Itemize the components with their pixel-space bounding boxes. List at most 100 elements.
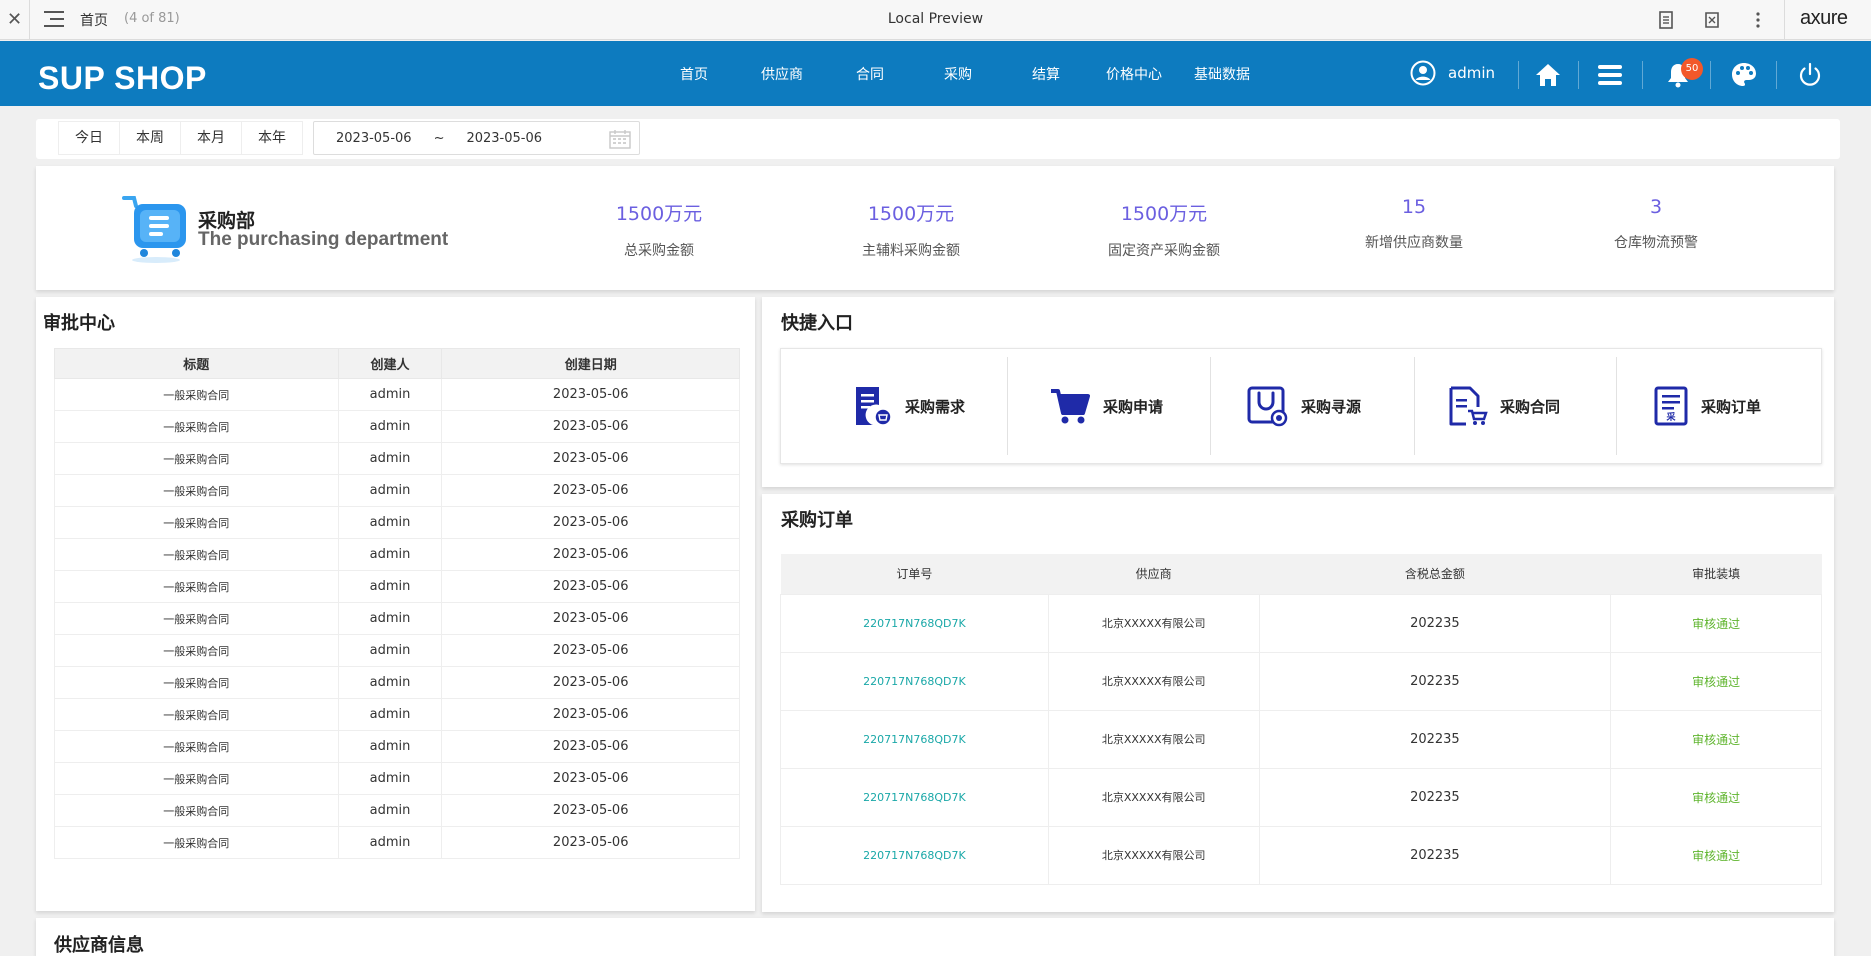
cell-title: 一般采购合同: [54, 506, 339, 539]
order-number-link[interactable]: 220717N768QD7K: [780, 767, 1049, 827]
cell-date: 2023-05-06: [441, 794, 740, 827]
calendar-icon[interactable]: [609, 129, 631, 149]
approval-table: 标题 创建人 创建日期 一般采购合同 admin 2023-05-06 一般采购合同…: [54, 348, 740, 859]
table-row[interactable]: 一般采购合同 admin 2023-05-06: [54, 506, 740, 539]
home-icon[interactable]: [1534, 61, 1562, 89]
tab-this-week[interactable]: 本周: [119, 121, 181, 155]
date-start[interactable]: 2023-05-06: [336, 131, 412, 146]
cell-supplier: 北京XXXXX有限公司: [1047, 593, 1260, 653]
palette-icon[interactable]: [1730, 61, 1758, 89]
nav-item-contract[interactable]: 合同: [826, 64, 914, 84]
order-number-link[interactable]: 220717N768QD7K: [780, 593, 1049, 653]
nav-item-settlement[interactable]: 结算: [1002, 64, 1090, 84]
quick-entry-purchase-order[interactable]: 采 采购订单: [1653, 357, 1761, 455]
table-row[interactable]: 一般采购合同 admin 2023-05-06: [54, 666, 740, 699]
column-header-date: 创建日期: [441, 348, 740, 379]
stat-total-purchase: 1500万元 总采购金额: [559, 199, 759, 260]
power-icon[interactable]: [1796, 61, 1824, 89]
table-row[interactable]: 220717N768QD7K 北京XXXXX有限公司 202235 审核通过: [780, 709, 1822, 769]
table-row[interactable]: 一般采购合同 admin 2023-05-06: [54, 794, 740, 827]
tab-today[interactable]: 今日: [58, 121, 120, 155]
quick-entry-purchase-demand[interactable]: 采购需求: [853, 357, 965, 455]
date-range-picker[interactable]: 2023-05-06 ~ 2023-05-06: [313, 121, 640, 155]
stat-warehouse-alerts: 3 仓库物流预警: [1556, 196, 1756, 252]
table-row[interactable]: 一般采购合同 admin 2023-05-06: [54, 730, 740, 763]
nav-item-purchase[interactable]: 采购: [914, 64, 1002, 84]
table-row[interactable]: 一般采购合同 admin 2023-05-06: [54, 698, 740, 731]
cell-creator: admin: [337, 826, 443, 859]
cell-amount: 202235: [1258, 825, 1612, 885]
cell-amount: 202235: [1258, 709, 1612, 769]
tab-this-month[interactable]: 本月: [180, 121, 242, 155]
app-logo[interactable]: SUP SHOP: [38, 60, 207, 97]
nav-item-home[interactable]: 首页: [650, 64, 738, 84]
status-badge: 审核通过: [1610, 709, 1822, 769]
cell-supplier: 北京XXXXX有限公司: [1047, 651, 1260, 711]
tab-this-year[interactable]: 本年: [241, 121, 303, 155]
table-row[interactable]: 一般采购合同 admin 2023-05-06: [54, 570, 740, 603]
cell-amount: 202235: [1258, 651, 1612, 711]
department-name-en: The purchasing department: [198, 229, 449, 250]
table-row[interactable]: 一般采购合同 admin 2023-05-06: [54, 410, 740, 443]
table-row[interactable]: 一般采购合同 admin 2023-05-06: [54, 474, 740, 507]
quick-entry-title: 快捷入口: [781, 313, 853, 334]
username: admin: [1448, 64, 1495, 82]
cell-supplier: 北京XXXXX有限公司: [1047, 825, 1260, 885]
cell-date: 2023-05-06: [441, 730, 740, 763]
quick-entry-purchase-request[interactable]: 采购申请: [1049, 357, 1163, 455]
cell-date: 2023-05-06: [441, 602, 740, 635]
preview-title: Local Preview: [887, 11, 984, 27]
quick-entry-card: 快捷入口 采购需求 采购申请 采购寻源 采购合同 采 采购订单: [762, 297, 1834, 487]
nav-item-supplier[interactable]: 供应商: [738, 64, 826, 84]
table-row[interactable]: 一般采购合同 admin 2023-05-06: [54, 634, 740, 667]
table-row[interactable]: 一般采购合同 admin 2023-05-06: [54, 602, 740, 635]
cell-date: 2023-05-06: [441, 762, 740, 795]
stat-label: 主辅料采购金额: [862, 243, 960, 259]
table-row[interactable]: 一般采购合同 admin 2023-05-06: [54, 538, 740, 571]
table-row[interactable]: 一般采购合同 admin 2023-05-06: [54, 826, 740, 859]
order-number-link[interactable]: 220717N768QD7K: [780, 825, 1049, 885]
user-menu[interactable]: admin: [1410, 60, 1495, 86]
nav-item-price-center[interactable]: 价格中心: [1090, 64, 1178, 84]
more-options-icon[interactable]: [1748, 10, 1768, 30]
status-badge: 审核通过: [1610, 651, 1822, 711]
table-row[interactable]: 220717N768QD7K 北京XXXXX有限公司 202235 审核通过: [780, 593, 1822, 653]
supplier-info-card: 供应商信息: [36, 918, 1834, 956]
preview-toolbar: ✕ 首页 (4 of 81) Local Preview axure: [0, 0, 1871, 40]
cell-creator: admin: [337, 410, 443, 443]
cell-title: 一般采购合同: [54, 666, 339, 699]
quick-entry-box: 采购需求 采购申请 采购寻源 采购合同 采 采购订单: [780, 348, 1822, 464]
menu-icon[interactable]: [44, 11, 64, 29]
nav-item-base-data[interactable]: 基础数据: [1178, 64, 1266, 84]
order-number-link[interactable]: 220717N768QD7K: [780, 709, 1049, 769]
cell-title: 一般采购合同: [54, 634, 339, 667]
cell-date: 2023-05-06: [441, 826, 740, 859]
cell-creator: admin: [337, 730, 443, 763]
table-row[interactable]: 220717N768QD7K 北京XXXXX有限公司 202235 审核通过: [780, 825, 1822, 885]
date-end[interactable]: 2023-05-06: [466, 131, 542, 146]
stat-value: 1500万元: [1120, 203, 1208, 225]
column-header-order-no: 订单号: [780, 554, 1049, 594]
axure-logo: axure: [1800, 7, 1848, 29]
table-row[interactable]: 220717N768QD7K 北京XXXXX有限公司 202235 审核通过: [780, 767, 1822, 827]
table-row[interactable]: 一般采购合同 admin 2023-05-06: [54, 378, 740, 411]
column-header-title: 标题: [54, 348, 339, 379]
notes-icon[interactable]: [1656, 10, 1676, 30]
stat-label: 固定资产采购金额: [1108, 243, 1220, 259]
current-page-name[interactable]: 首页: [80, 10, 108, 30]
table-row[interactable]: 一般采购合同 admin 2023-05-06: [54, 442, 740, 475]
quick-entry-purchase-sourcing[interactable]: 采购寻源: [1247, 357, 1361, 455]
table-row[interactable]: 220717N768QD7K 北京XXXXX有限公司 202235 审核通过: [780, 651, 1822, 711]
table-row[interactable]: 一般采购合同 admin 2023-05-06: [54, 762, 740, 795]
cell-creator: admin: [337, 762, 443, 795]
close-icon[interactable]: ✕: [0, 0, 30, 40]
column-header-amount: 含税总金额: [1259, 554, 1611, 594]
cell-title: 一般采购合同: [54, 410, 339, 443]
quick-entry-purchase-contract[interactable]: 采购合同: [1448, 357, 1560, 455]
stat-label: 仓库物流预警: [1614, 235, 1698, 251]
quick-entry-label: 采购合同: [1500, 397, 1561, 416]
menu-list-icon[interactable]: [1596, 61, 1624, 89]
column-header-supplier: 供应商: [1048, 554, 1260, 594]
inspect-icon[interactable]: [1702, 10, 1722, 30]
order-number-link[interactable]: 220717N768QD7K: [780, 651, 1049, 711]
